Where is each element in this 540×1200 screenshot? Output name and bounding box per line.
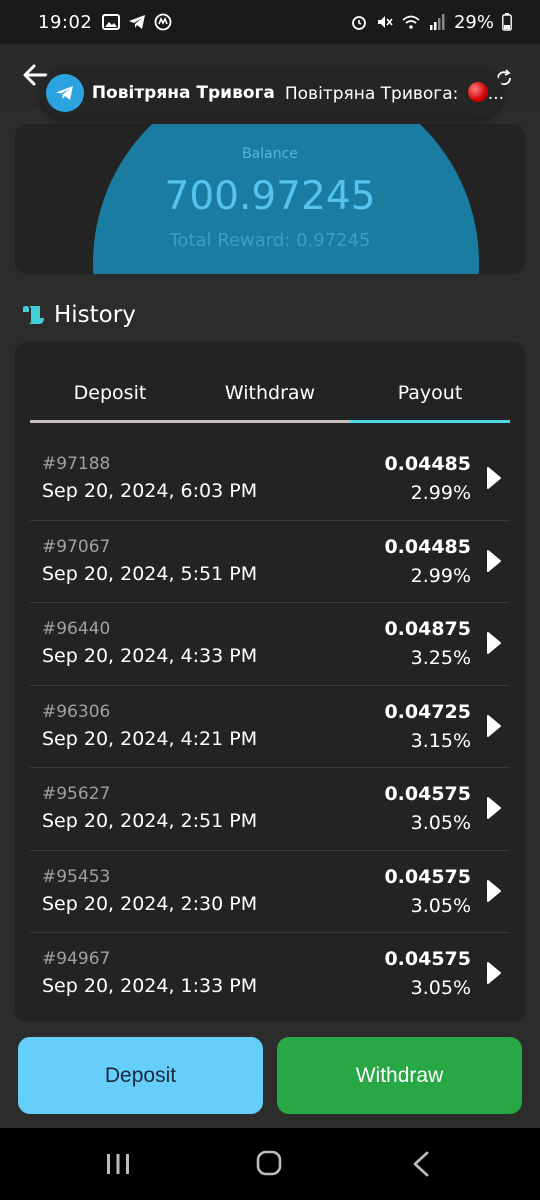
payout-date: Sep 20, 2024, 2:30 PM [42,892,258,915]
balance-value: 700.97245 [164,174,376,219]
history-card: Deposit Withdraw Payout #97188 Sep 20, 2… [15,342,525,1022]
status-right: 29% [350,12,512,33]
list-item[interactable]: #96440 Sep 20, 2024, 4:33 PM 0.04875 3.2… [30,603,510,686]
tab-active-indicator [350,420,510,423]
withdraw-button[interactable]: Withdraw [277,1037,522,1114]
history-title: History [54,302,136,328]
scroll-icon [23,306,44,324]
payout-amount: 0.04875 [384,618,471,640]
payout-date: Sep 20, 2024, 4:33 PM [42,645,258,667]
payout-date: Sep 20, 2024, 1:33 PM [42,975,258,997]
notification-body: Повітряна Тривога: ... [285,82,503,104]
payout-percent: 3.05% [410,812,471,834]
screen: 19:02 29% Balance 700.97245 Total Reward… [0,0,540,1200]
payout-id: #96440 [42,619,111,639]
payout-amount: 0.04485 [384,453,471,475]
deposit-button[interactable]: Deposit [18,1037,263,1114]
history-tabs: Deposit Withdraw Payout [30,372,510,424]
payout-date: Sep 20, 2024, 4:21 PM [42,727,258,750]
list-item[interactable]: #97067 Sep 20, 2024, 5:51 PM 0.04485 2.9… [30,521,510,603]
battery-icon [502,13,512,31]
payout-percent: 3.15% [410,729,471,752]
alarm-icon [352,16,366,30]
list-item[interactable]: #96306 Sep 20, 2024, 4:21 PM 0.04725 3.1… [30,686,510,768]
list-item[interactable]: #95453 Sep 20, 2024, 2:30 PM 0.04575 3.0… [30,851,510,933]
payout-date: Sep 20, 2024, 5:51 PM [42,562,258,585]
notification-ellipsis: ... [487,84,503,104]
play-arrow-icon[interactable] [486,879,502,903]
wifi-icon [402,15,420,29]
play-arrow-icon[interactable] [486,961,502,985]
home-icon[interactable] [256,1150,282,1176]
payout-id: #97067 [42,536,111,557]
payout-id: #94967 [42,949,111,969]
payout-id: #97188 [42,454,111,474]
telegram-logo-icon [46,74,84,112]
payout-id: #96306 [42,701,111,722]
tab-withdraw[interactable]: Withdraw [190,372,350,424]
payout-amount: 0.04575 [384,948,471,970]
payout-amount: 0.04485 [384,535,471,558]
list-item[interactable]: #94967 Sep 20, 2024, 1:33 PM 0.04575 3.0… [30,933,510,1016]
history-heading: History [22,302,136,328]
payout-percent: 3.25% [410,647,471,669]
tab-deposit[interactable]: Deposit [30,372,190,424]
payout-id: #95453 [42,866,111,887]
status-left-icons [102,13,172,31]
balance-card: Balance 700.97245 Total Reward: 0.97245 [15,124,525,274]
red-circle-emoji-icon [467,82,488,102]
recents-icon[interactable] [104,1152,132,1176]
telegram-icon [129,15,146,29]
telegram-notification[interactable]: Повітряна Тривога Повітряна Тривога: ... [40,67,503,119]
payout-amount: 0.04575 [384,783,471,805]
payout-percent: 3.05% [410,977,471,999]
payout-amount: 0.04575 [384,865,471,888]
tab-payout[interactable]: Payout [350,372,510,424]
payout-date: Sep 20, 2024, 6:03 PM [42,480,258,502]
back-icon[interactable] [410,1150,432,1178]
list-item[interactable]: #95627 Sep 20, 2024, 2:51 PM 0.04575 3.0… [30,768,510,851]
payout-percent: 3.05% [410,894,471,917]
play-arrow-icon[interactable] [486,714,502,738]
balance-label: Balance [242,146,298,162]
payout-list: #97188 Sep 20, 2024, 6:03 PM 0.04485 2.9… [30,438,510,1016]
notification-body-text: Повітряна Тривога: [284,84,459,104]
total-reward: Total Reward: 0.97245 [169,230,371,251]
battery-percent: 29% [453,11,494,33]
payout-amount: 0.04725 [384,700,471,723]
payout-percent: 2.99% [410,564,471,587]
play-arrow-icon[interactable] [486,466,502,490]
status-bar: 19:02 29% [0,0,540,44]
status-time: 19:02 [38,11,93,33]
signal-icon [429,14,445,30]
notification-title: Повітряна Тривога [91,83,275,103]
android-nav-bar [0,1128,540,1200]
payout-id: #95627 [42,784,111,804]
mute-icon [377,16,393,28]
image-icon [102,14,121,30]
coin-app-icon [154,13,172,31]
payout-percent: 2.99% [410,482,471,504]
list-item[interactable]: #97188 Sep 20, 2024, 6:03 PM 0.04485 2.9… [30,438,510,521]
play-arrow-icon[interactable] [486,549,502,573]
play-arrow-icon[interactable] [486,796,502,820]
play-arrow-icon[interactable] [486,631,502,655]
payout-date: Sep 20, 2024, 2:51 PM [42,810,258,832]
